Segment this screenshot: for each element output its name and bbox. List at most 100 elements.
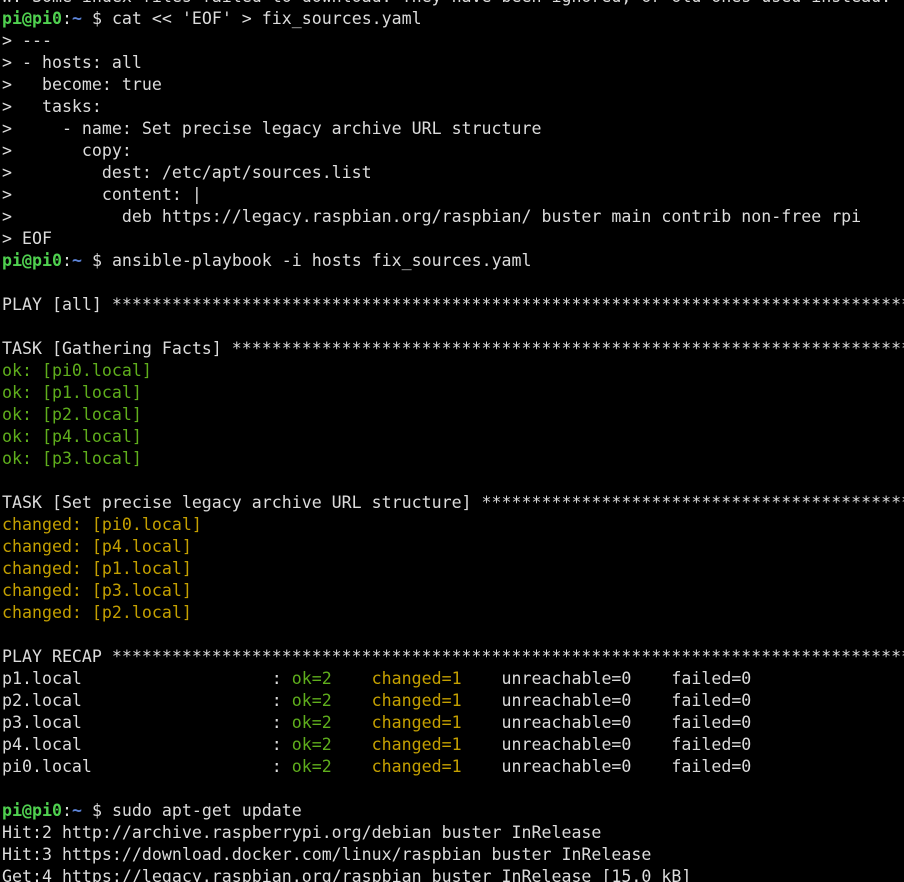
ok-status-text: ok: [p1.local] bbox=[2, 383, 142, 402]
recap-row: pi0.local : ok=2 changed=1 unreachable=0… bbox=[2, 756, 904, 778]
output-line: > dest: /etc/apt/sources.list bbox=[2, 162, 904, 184]
output-text: TASK [Set precise legacy archive URL str… bbox=[2, 493, 904, 512]
output-line: > - name: Set precise legacy archive URL… bbox=[2, 118, 904, 140]
task-ok-line: ok: [p2.local] bbox=[2, 404, 904, 426]
recap-host: p2.local : bbox=[2, 691, 292, 710]
output-text: > tasks: bbox=[2, 97, 102, 116]
recap-gap bbox=[332, 757, 372, 776]
output-text: TASK [Gathering Facts] *****************… bbox=[2, 339, 904, 358]
recap-gap bbox=[332, 713, 372, 732]
output-text: > --- bbox=[2, 31, 52, 50]
ok-status-text: ok: [p4.local] bbox=[2, 427, 142, 446]
recap-gap bbox=[332, 735, 372, 754]
task-changed-line: changed: [p1.local] bbox=[2, 558, 904, 580]
recap-ok: ok=2 bbox=[291, 757, 332, 776]
prompt-user: pi@pi0 bbox=[2, 801, 62, 820]
output-text: Hit:2 http://archive.raspberrypi.org/deb… bbox=[2, 823, 602, 842]
recap-row: p2.local : ok=2 changed=1 unreachable=0 … bbox=[2, 690, 904, 712]
prompt-line: pi@pi0:~ $ ansible-playbook -i hosts fix… bbox=[2, 250, 904, 272]
output-text: > deb https://legacy.raspbian.org/raspbi… bbox=[2, 207, 862, 226]
prompt-user: pi@pi0 bbox=[2, 9, 62, 28]
recap-ok: ok=2 bbox=[291, 669, 332, 688]
recap-rest: unreachable=0 failed=0 bbox=[461, 669, 752, 688]
recap-rest: unreachable=0 failed=0 bbox=[461, 713, 752, 732]
recap-host: pi0.local : bbox=[2, 757, 292, 776]
output-line: > - hosts: all bbox=[2, 52, 904, 74]
output-text: Get:4 https://legacy.raspbian.org/raspbi… bbox=[2, 867, 692, 882]
prompt-user: pi@pi0 bbox=[2, 251, 62, 270]
changed-status-text: changed: [p1.local] bbox=[2, 559, 192, 578]
command-text: sudo apt-get update bbox=[111, 801, 302, 820]
recap-gap bbox=[332, 669, 372, 688]
recap-ok: ok=2 bbox=[291, 735, 332, 754]
recap-changed: changed=1 bbox=[371, 669, 462, 688]
ok-status-text: ok: [p3.local] bbox=[2, 449, 142, 468]
recap-host: p4.local : bbox=[2, 735, 292, 754]
task-changed-line: changed: [p4.local] bbox=[2, 536, 904, 558]
output-text: Hit:3 https://download.docker.com/linux/… bbox=[2, 845, 652, 864]
prompt-symbol: $ bbox=[81, 251, 112, 270]
output-line: > become: true bbox=[2, 74, 904, 96]
recap-host: p3.local : bbox=[2, 713, 292, 732]
task-ok-line: ok: [pi0.local] bbox=[2, 360, 904, 382]
command-text: cat << 'EOF' > fix_sources.yaml bbox=[111, 9, 422, 28]
task-ok-line: ok: [p1.local] bbox=[2, 382, 904, 404]
task-ok-line: ok: [p4.local] bbox=[2, 426, 904, 448]
terminal-output[interactable]: W: Some index files failed to download. … bbox=[2, 0, 904, 882]
prompt-path: ~ bbox=[71, 801, 82, 820]
prompt-line: pi@pi0:~ $ sudo apt-get update bbox=[2, 800, 904, 822]
recap-changed: changed=1 bbox=[371, 691, 462, 710]
output-line: > tasks: bbox=[2, 96, 904, 118]
output-line: TASK [Gathering Facts] *****************… bbox=[2, 338, 904, 360]
prompt-symbol: $ bbox=[81, 9, 112, 28]
output-text: PLAY RECAP *****************************… bbox=[2, 647, 904, 666]
recap-changed: changed=1 bbox=[371, 757, 462, 776]
prompt-separator: : bbox=[61, 9, 72, 28]
recap-row: p4.local : ok=2 changed=1 unreachable=0 … bbox=[2, 734, 904, 756]
output-line: PLAY [all] *****************************… bbox=[2, 294, 904, 316]
output-text: > copy: bbox=[2, 141, 132, 160]
recap-gap bbox=[332, 691, 372, 710]
changed-status-text: changed: [p3.local] bbox=[2, 581, 192, 600]
prompt-separator: : bbox=[61, 251, 72, 270]
command-text: ansible-playbook -i hosts fix_sources.ya… bbox=[111, 251, 532, 270]
recap-host: p1.local : bbox=[2, 669, 292, 688]
output-text: > dest: /etc/apt/sources.list bbox=[2, 163, 372, 182]
recap-rest: unreachable=0 failed=0 bbox=[461, 735, 752, 754]
output-text: > - name: Set precise legacy archive URL… bbox=[2, 119, 542, 138]
prompt-separator: : bbox=[61, 801, 72, 820]
ok-status-text: ok: [pi0.local] bbox=[2, 361, 152, 380]
output-line: Hit:3 https://download.docker.com/linux/… bbox=[2, 844, 904, 866]
output-line: > --- bbox=[2, 30, 904, 52]
output-line: W: Some index files failed to download. … bbox=[2, 0, 904, 8]
changed-status-text: changed: [p4.local] bbox=[2, 537, 192, 556]
recap-rest: unreachable=0 failed=0 bbox=[461, 757, 752, 776]
recap-changed: changed=1 bbox=[371, 713, 462, 732]
prompt-symbol: $ bbox=[81, 801, 112, 820]
task-changed-line: changed: [p2.local] bbox=[2, 602, 904, 624]
output-line: Get:4 https://legacy.raspbian.org/raspbi… bbox=[2, 866, 904, 882]
prompt-path: ~ bbox=[71, 251, 82, 270]
output-text: W: Some index files failed to download. … bbox=[2, 0, 891, 6]
output-line: > EOF bbox=[2, 228, 904, 250]
recap-rest: unreachable=0 failed=0 bbox=[461, 691, 752, 710]
recap-ok: ok=2 bbox=[291, 691, 332, 710]
recap-row: p3.local : ok=2 changed=1 unreachable=0 … bbox=[2, 712, 904, 734]
recap-ok: ok=2 bbox=[291, 713, 332, 732]
output-line: TASK [Set precise legacy archive URL str… bbox=[2, 492, 904, 514]
output-text: > become: true bbox=[2, 75, 162, 94]
output-line: > copy: bbox=[2, 140, 904, 162]
output-text: > EOF bbox=[2, 229, 52, 248]
output-text: > - hosts: all bbox=[2, 53, 142, 72]
changed-status-text: changed: [pi0.local] bbox=[2, 515, 202, 534]
output-line: Hit:2 http://archive.raspberrypi.org/deb… bbox=[2, 822, 904, 844]
prompt-path: ~ bbox=[71, 9, 82, 28]
output-line: > content: | bbox=[2, 184, 904, 206]
output-text: > content: | bbox=[2, 185, 202, 204]
prompt-line: pi@pi0:~ $ cat << 'EOF' > fix_sources.ya… bbox=[2, 8, 904, 30]
